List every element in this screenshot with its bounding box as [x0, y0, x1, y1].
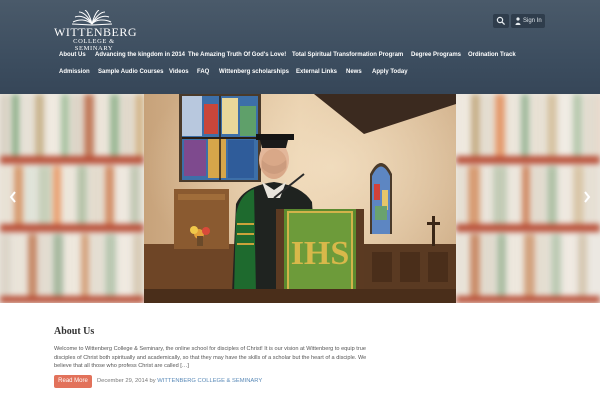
- hero-slider: IHS: [0, 94, 600, 303]
- nav-item-ordination-track[interactable]: Ordination Track: [468, 52, 516, 58]
- nav-item-admission[interactable]: Admission: [59, 69, 90, 75]
- blurred-bookshelf-right: [456, 94, 600, 303]
- nav-item-degree-programs[interactable]: Degree Programs: [411, 52, 461, 58]
- nav-item-spiritual-transformation[interactable]: Total Spiritual Transformation Program: [292, 52, 403, 58]
- nav-item-external-links[interactable]: External Links: [296, 69, 337, 75]
- post-excerpt: Welcome to Wittenberg College & Seminary…: [54, 346, 367, 370]
- post-by-label: by: [149, 378, 156, 384]
- post-title[interactable]: About Us: [54, 326, 94, 337]
- read-more-button[interactable]: Read More: [54, 375, 92, 388]
- svg-text:IHS: IHS: [291, 235, 350, 272]
- chevron-left-icon[interactable]: [8, 190, 18, 204]
- chevron-right-icon[interactable]: [582, 190, 592, 204]
- main-nav: About Us Advancing the kingdom in 2014 T…: [0, 0, 600, 94]
- post-meta: December 29, 2014 by WITTENBERG COLLEGE …: [97, 378, 262, 384]
- nav-item-sample-audio-courses[interactable]: Sample Audio Courses: [98, 69, 163, 75]
- main-content: About Us Welcome to Wittenberg College &…: [0, 303, 600, 400]
- nav-item-amazing-truth[interactable]: The Amazing Truth Of God's Love!: [188, 52, 286, 58]
- nav-item-apply-today[interactable]: Apply Today: [372, 69, 408, 75]
- post-author-link[interactable]: WITTENBERG COLLEGE & SEMINARY: [157, 378, 262, 384]
- blurred-bookshelf-left: [0, 94, 144, 303]
- nav-item-advancing-kingdom[interactable]: Advancing the kingdom in 2014: [95, 52, 185, 58]
- speaker-at-pulpit-photo: IHS: [144, 94, 456, 303]
- nav-item-videos[interactable]: Videos: [169, 69, 189, 75]
- nav-item-news[interactable]: News: [346, 69, 362, 75]
- site-header: WITTENBERG COLLEGE & SEMINARY Sign In Ab…: [0, 0, 600, 94]
- nav-item-scholarships[interactable]: Wittenberg scholarships: [219, 69, 289, 75]
- nav-item-faq[interactable]: FAQ: [197, 69, 209, 75]
- post-date: December 29, 2014: [97, 378, 148, 384]
- nav-item-about-us[interactable]: About Us: [59, 52, 86, 58]
